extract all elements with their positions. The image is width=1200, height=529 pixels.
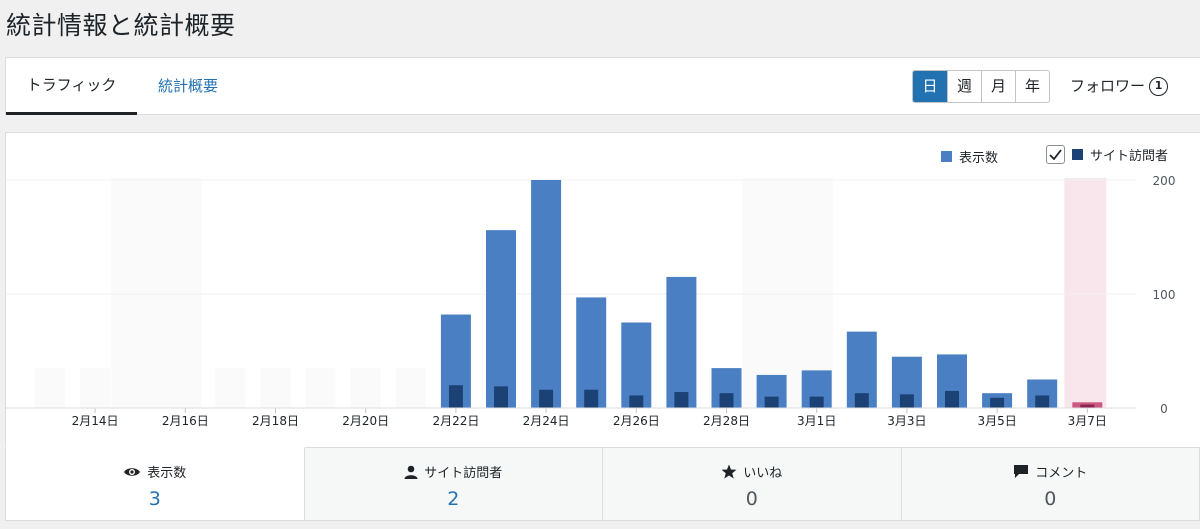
x-tick-label: 3月7日: [1068, 414, 1107, 428]
x-tick-label: 3月3日: [887, 414, 926, 428]
stats-summary: 表示数 3 サイト訪問者 2 いいね 0 コメント 0: [5, 447, 1200, 521]
stat-comments-value: 0: [1044, 488, 1057, 510]
empty-bar: [125, 368, 156, 408]
stat-visitors-value: 2: [447, 488, 460, 510]
tab-traffic[interactable]: トラフィック: [6, 58, 137, 115]
empty-bar: [80, 368, 111, 408]
empty-bar: [260, 368, 291, 408]
stat-views-label: 表示数: [147, 466, 187, 481]
visitors-bar: [448, 385, 463, 408]
visitors-bar: [584, 389, 599, 408]
x-tick-label: 2月18日: [252, 414, 299, 428]
empty-bar: [215, 368, 246, 408]
x-tick-label: 2月20日: [342, 414, 389, 428]
visitors-bar: [674, 392, 689, 408]
person-icon: [404, 465, 418, 479]
y-tick-label: 200: [1153, 174, 1176, 188]
empty-bar: [395, 368, 426, 408]
views-bar: [531, 180, 562, 408]
visitors-bar: [719, 393, 734, 408]
stat-visitors-label: サイト訪問者: [424, 466, 503, 481]
x-tick-label: 2月14日: [72, 414, 119, 428]
stat-likes-label: いいね: [743, 466, 783, 481]
period-month-button[interactable]: 月: [981, 71, 1015, 102]
stat-likes-value: 0: [745, 488, 758, 510]
visitors-bar: [1080, 404, 1095, 408]
tab-insights[interactable]: 統計概要: [137, 58, 239, 115]
empty-bar: [170, 368, 201, 408]
visitors-bar: [1035, 395, 1050, 408]
visitors-bar: [854, 393, 869, 408]
visitors-bar: [899, 394, 914, 408]
x-tick-label: 2月26日: [613, 414, 660, 428]
eye-icon: [124, 467, 141, 476]
stat-comments-label: コメント: [1035, 466, 1088, 481]
period-week-button[interactable]: 週: [947, 71, 981, 102]
comment-icon: [1014, 465, 1029, 478]
visitors-bar: [809, 396, 824, 408]
views-bar: [621, 322, 652, 408]
follow-label: フォロワー: [1070, 77, 1146, 95]
follow-count: 1: [1149, 77, 1169, 96]
highlight-column: [1064, 178, 1107, 408]
visitors-bar: [629, 395, 644, 408]
visitors-bar: [494, 386, 508, 408]
stat-views[interactable]: 表示数 3: [5, 447, 305, 521]
x-tick-label: 3月1日: [797, 414, 836, 428]
empty-bar: [350, 368, 381, 408]
stat-comments[interactable]: コメント 0: [901, 447, 1200, 521]
empty-bar: [35, 368, 65, 408]
visitors-bar: [764, 396, 779, 408]
x-tick-label: 2月16日: [162, 414, 209, 428]
x-tick-label: 3月5日: [977, 414, 1016, 428]
views-bar: [666, 276, 697, 408]
period-selector: 日 週 月 年: [912, 70, 1050, 103]
period-year-button[interactable]: 年: [1015, 71, 1049, 102]
visitors-bar: [539, 389, 554, 408]
y-tick-label: 0: [1160, 402, 1168, 416]
stat-likes[interactable]: いいね 0: [603, 447, 902, 521]
traffic-chart: 表示数 サイト訪問者 0 100 200 2月14日 2月16日 2月18日 2月20日 2月…: [5, 132, 1200, 448]
page-title: 統計情報と統計概要: [6, 11, 236, 40]
y-tick-label: 100: [1153, 288, 1176, 302]
chart-canvas: 0 100 200 2月14日 2月16日 2月18日 2月20日 2月22日 2月24日 2月2…: [6, 174, 1176, 428]
x-tick-label: 2月22日: [432, 414, 479, 428]
stat-visitors[interactable]: サイト訪問者 2: [304, 447, 603, 521]
views-bar: [486, 230, 516, 408]
x-tick-label: 2月24日: [523, 414, 570, 428]
follow-button[interactable]: フォロワー 1: [1070, 58, 1169, 115]
x-tick-label: 2月28日: [703, 414, 750, 428]
star-icon: [721, 464, 737, 479]
visitors-bar: [990, 397, 1005, 408]
period-day-button[interactable]: 日: [913, 71, 947, 102]
stats-nav-bar: トラフィック 統計概要 日 週 月 年 フォロワー 1: [5, 57, 1200, 115]
empty-bar: [305, 368, 336, 408]
stat-views-value: 3: [148, 488, 161, 510]
visitors-bar: [945, 390, 959, 408]
